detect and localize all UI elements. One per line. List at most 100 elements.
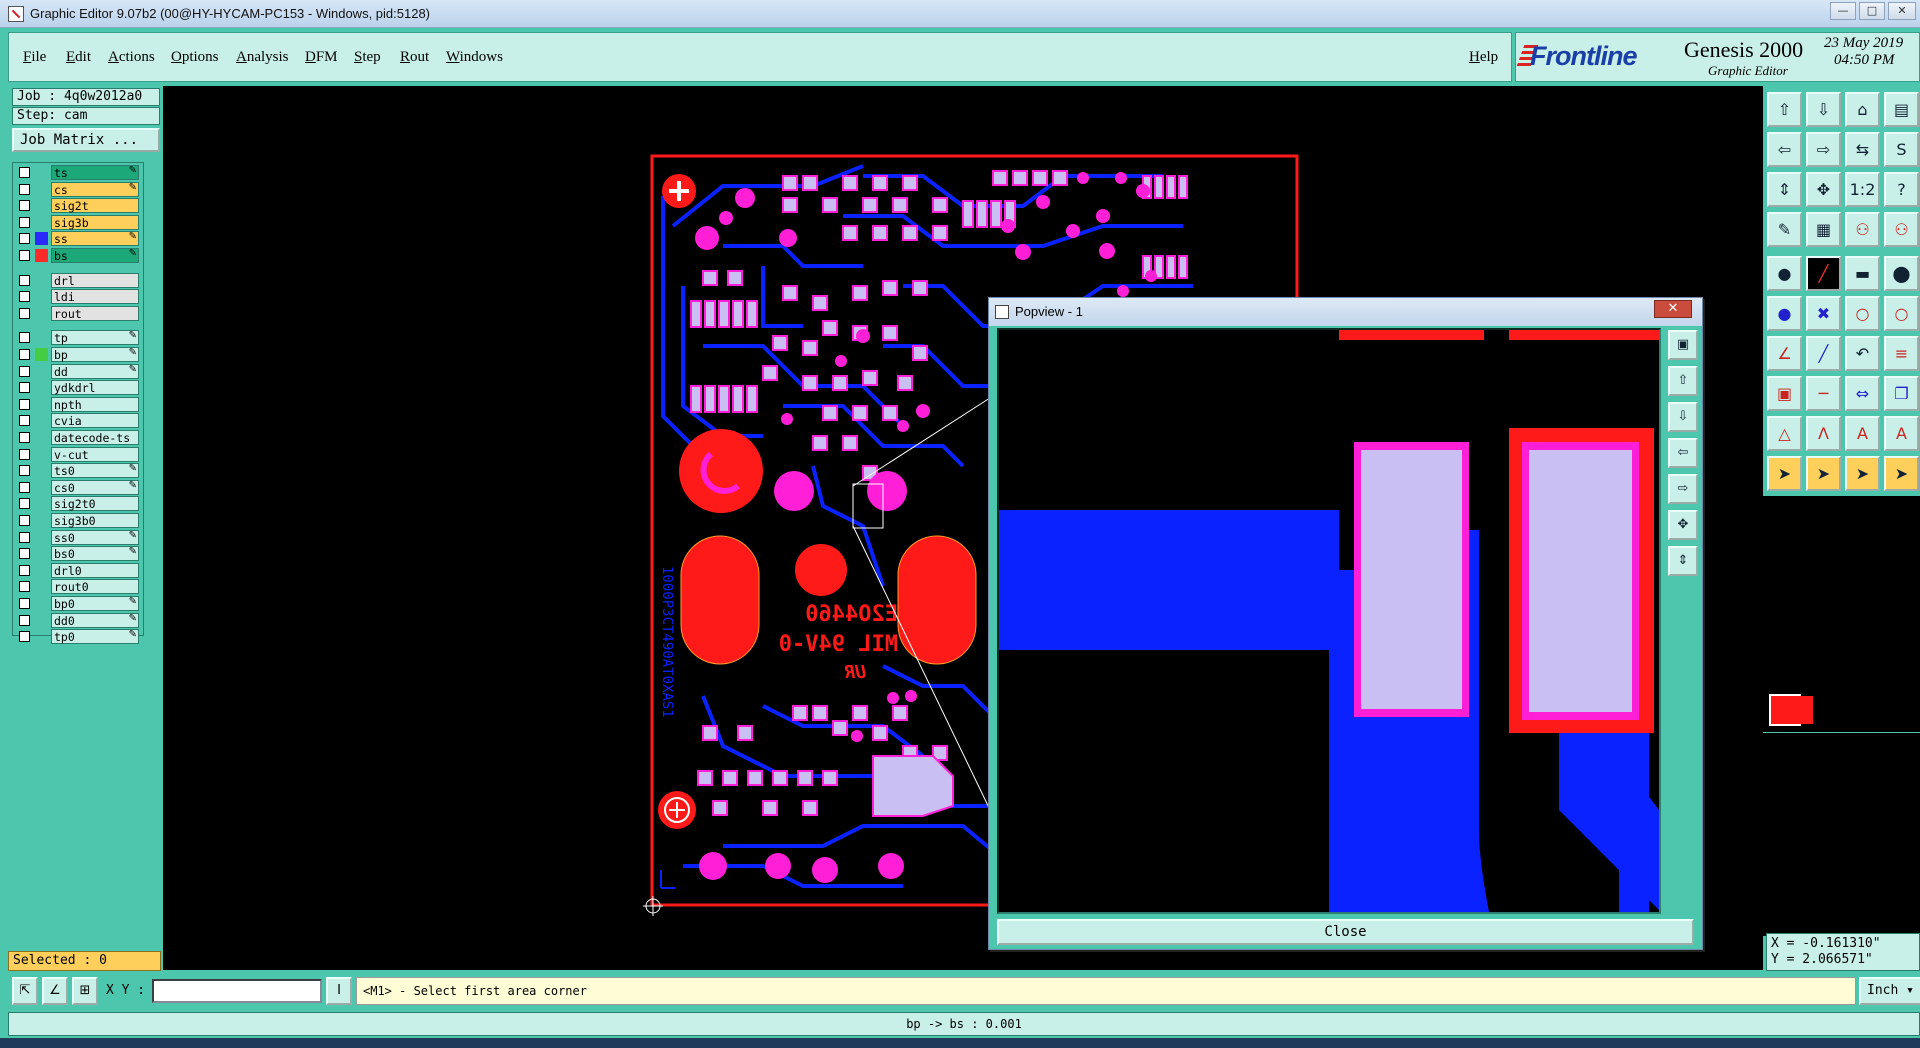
snap-button[interactable]: ⇱ (12, 977, 38, 1005)
layer-name[interactable]: sig2t (51, 198, 139, 214)
tool-resize[interactable]: ⇔ (1845, 376, 1880, 411)
popview-canvas[interactable] (997, 328, 1661, 914)
layer-color-swatch[interactable] (35, 398, 48, 411)
layer-name[interactable]: drl (51, 272, 139, 288)
layer-row-bp[interactable]: bp ✎ (15, 347, 143, 362)
layer-name[interactable]: sig3b (51, 214, 139, 230)
layer-name[interactable]: ss0 (51, 529, 139, 545)
layer-color-swatch[interactable] (35, 497, 48, 510)
tool-s[interactable]: S (1884, 132, 1919, 167)
layer-row-datecode-ts[interactable]: datecode-ts (15, 430, 143, 445)
layer-row-tp[interactable]: tp ✎ (15, 330, 143, 346)
tool-select-area[interactable]: ➤ (1806, 456, 1841, 491)
layer-color-swatch[interactable] (35, 580, 48, 593)
layer-color-swatch[interactable] (35, 531, 48, 544)
layer-color-swatch[interactable] (35, 564, 48, 577)
popview-tool-center[interactable]: ⇕ (1668, 546, 1698, 576)
layer-checkbox[interactable] (19, 291, 30, 303)
layer-row-v-cut[interactable]: v-cut (15, 446, 143, 462)
layer-row-dd[interactable]: dd ✎ (15, 363, 143, 379)
tool-triangle1[interactable]: △ (1767, 416, 1802, 451)
layer-color-swatch[interactable] (35, 431, 48, 444)
tool-fit[interactable]: ▤ (1884, 92, 1919, 127)
layer-checkbox[interactable] (19, 614, 30, 626)
layer-color-swatch[interactable] (35, 232, 48, 246)
layer-name[interactable]: bs0 (51, 546, 139, 562)
layer-checkbox[interactable] (19, 581, 30, 593)
layer-name[interactable]: npth (51, 396, 139, 412)
layer-name[interactable]: datecode-ts (51, 430, 139, 445)
layer-checkbox[interactable] (19, 307, 30, 319)
layer-checkbox[interactable] (19, 531, 30, 543)
layer-checkbox[interactable] (19, 274, 30, 286)
layer-row-drl[interactable]: drl (15, 272, 143, 288)
tool-copy[interactable]: ❐ (1884, 376, 1919, 411)
layer-checkbox[interactable] (19, 548, 30, 560)
layer-color-swatch[interactable] (35, 464, 48, 477)
angle-button[interactable]: ∠ (42, 977, 68, 1005)
layer-name[interactable]: dd (51, 363, 139, 379)
layer-name[interactable]: dd0 (51, 612, 139, 628)
layer-name[interactable]: sig3b0 (51, 513, 139, 528)
layer-color-swatch[interactable] (35, 274, 48, 287)
popview-tool-zoom-out[interactable]: ▣ (1668, 330, 1698, 360)
layer-color-swatch[interactable] (35, 630, 48, 643)
layer-name[interactable]: cs (51, 181, 139, 197)
layer-color-swatch[interactable] (35, 216, 48, 229)
layer-name[interactable]: bp (51, 347, 139, 362)
layer-name[interactable]: rout (51, 305, 139, 321)
popview-tool-left[interactable]: ⇦ (1668, 438, 1698, 468)
layer-color-swatch[interactable] (35, 166, 48, 179)
layer-color-swatch[interactable] (35, 414, 48, 427)
layer-row-sig3b0[interactable]: sig3b0 (15, 513, 143, 528)
tool-select-net[interactable]: ➤ (1884, 456, 1919, 491)
popview-tool-right[interactable]: ⇨ (1668, 474, 1698, 504)
popview-tool-up[interactable]: ⇧ (1668, 366, 1698, 396)
tool-add-pad[interactable]: ● (1767, 256, 1802, 291)
layer-row-bs0[interactable]: bs0 ✎ (15, 546, 143, 562)
layer-checkbox[interactable] (19, 183, 30, 195)
tool-add-line[interactable]: ╱ (1806, 256, 1841, 291)
menu-rout[interactable]: Rout (400, 49, 429, 66)
tool-angle[interactable]: ∠ (1767, 336, 1802, 371)
grid-snap-button[interactable]: ⊞ (72, 977, 98, 1005)
layer-name[interactable]: ss (51, 231, 139, 247)
layer-color-swatch[interactable] (35, 307, 48, 320)
layer-color-swatch[interactable] (35, 614, 48, 627)
popview-zoom-svg[interactable] (999, 330, 1659, 912)
menu-dfm[interactable]: DFM (305, 49, 338, 66)
units-selector[interactable]: Inch ▾ (1859, 977, 1920, 1005)
close-icon[interactable]: ✕ (1888, 2, 1916, 20)
maximize-icon[interactable]: □ (1859, 2, 1885, 20)
popview-titlebar[interactable]: Popview - 1 ✕ (989, 298, 1702, 326)
layer-color-swatch[interactable] (35, 348, 48, 361)
layer-checkbox[interactable] (19, 398, 30, 410)
layer-row-cs0[interactable]: cs0 ✎ (15, 479, 143, 495)
layer-row-bp0[interactable]: bp0 ✎ (15, 596, 143, 611)
layer-checkbox[interactable] (19, 332, 30, 344)
layer-color-swatch[interactable] (35, 290, 48, 303)
layer-row-sig2t[interactable]: sig2t (15, 198, 143, 214)
tool-home[interactable]: ⌂ (1845, 92, 1880, 127)
tool-net2[interactable]: ⚇ (1884, 212, 1919, 247)
tool-net[interactable]: ⚇ (1845, 212, 1880, 247)
layer-name[interactable]: cs0 (51, 479, 139, 495)
tool-route[interactable]: ○ (1845, 296, 1880, 331)
layer-name[interactable]: v-cut (51, 446, 139, 462)
tool-triangle2[interactable]: Λ (1806, 416, 1841, 451)
layer-row-ts[interactable]: ts ✎ (15, 165, 143, 180)
popview-close-icon[interactable]: ✕ (1654, 300, 1692, 318)
menu-edit[interactable]: Edit (66, 49, 91, 66)
layer-name[interactable]: ldi (51, 289, 139, 305)
layer-row-drl0[interactable]: drl0 (15, 562, 143, 578)
layer-name[interactable]: cvia (51, 413, 139, 429)
menu-actions[interactable]: Actions (108, 49, 155, 66)
tool-zoom-fit-v[interactable]: ⇕ (1767, 172, 1802, 207)
layer-color-swatch[interactable] (35, 481, 48, 494)
layer-row-cvia[interactable]: cvia (15, 413, 143, 429)
tool-arc[interactable]: ↶ (1845, 336, 1880, 371)
menu-step[interactable]: Step (354, 49, 381, 66)
layer-checkbox[interactable] (19, 167, 30, 178)
layer-checkbox[interactable] (19, 448, 30, 460)
tool-add-surface[interactable]: ▬ (1845, 256, 1880, 291)
